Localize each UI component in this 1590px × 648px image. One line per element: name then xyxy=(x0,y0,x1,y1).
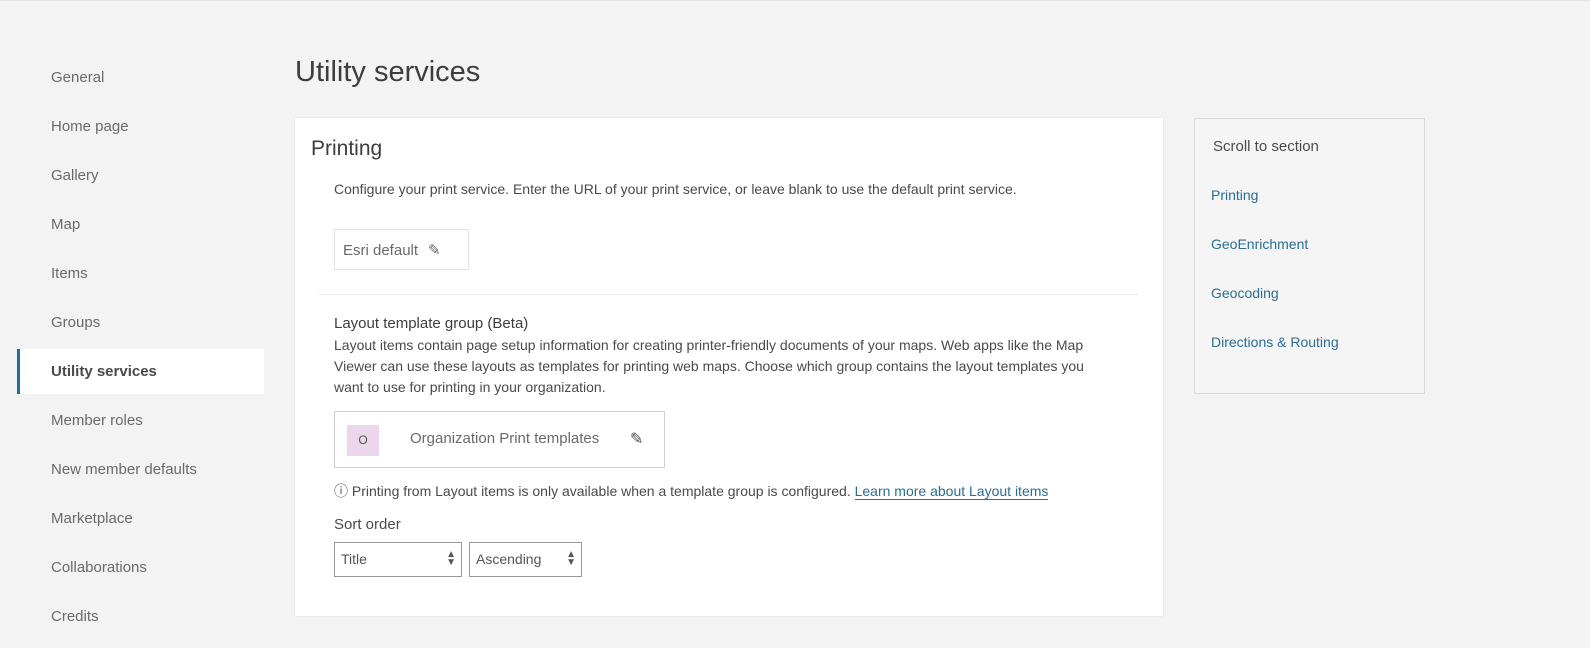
info-message: ⓘ Printing from Layout items is only ava… xyxy=(334,481,1049,501)
info-icon: ⓘ xyxy=(334,483,348,499)
sort-order-label: Sort order xyxy=(334,516,401,533)
page-title: Utility services xyxy=(295,56,481,88)
pencil-icon[interactable]: ✎ xyxy=(630,429,643,449)
printing-title: Printing xyxy=(311,137,383,160)
printing-description: Configure your print service. Enter the … xyxy=(334,181,1017,197)
layout-template-description: Layout items contain page setup informat… xyxy=(334,337,1084,395)
sort-direction-select[interactable]: Ascending ▲ ▼ xyxy=(469,542,582,577)
sort-field-value: Title xyxy=(341,551,367,567)
group-name: Organization Print templates xyxy=(410,430,600,447)
updown-icon: ▲ ▼ xyxy=(446,549,456,568)
learn-more-link[interactable]: Learn more about Layout items xyxy=(854,483,1049,500)
sidebar-item-home-page[interactable]: Home page xyxy=(17,102,264,151)
template-group-card[interactable]: O Organization Print templates ✎ xyxy=(334,411,665,468)
toc-link-geocoding[interactable]: Geocoding xyxy=(1211,285,1279,301)
sidebar-item-credits[interactable]: Credits xyxy=(17,592,264,641)
sidebar-item-collaborations[interactable]: Collaborations xyxy=(17,543,264,592)
sort-field-select[interactable]: Title ▲ ▼ xyxy=(334,542,462,577)
sidebar-item-gallery[interactable]: Gallery xyxy=(17,151,264,200)
updown-icon: ▲ ▼ xyxy=(566,549,576,568)
toc-link-directions-routing[interactable]: Directions & Routing xyxy=(1211,334,1339,350)
print-service-value: Esri default xyxy=(343,242,419,259)
sidebar-item-utility-services[interactable]: Utility services xyxy=(17,349,264,394)
toc-title: Scroll to section xyxy=(1213,138,1319,155)
layout-template-title: Layout template group (Beta) xyxy=(334,315,529,332)
sidebar-item-items[interactable]: Items xyxy=(17,249,264,298)
sidebar-item-marketplace[interactable]: Marketplace xyxy=(17,494,264,543)
group-thumbnail: O xyxy=(347,425,379,456)
scroll-to-section: Scroll to section Printing GeoEnrichment… xyxy=(1194,118,1425,394)
divider xyxy=(319,294,1139,295)
sidebar-item-map[interactable]: Map xyxy=(17,200,264,249)
sort-direction-value: Ascending xyxy=(476,551,542,567)
toc-link-printing[interactable]: Printing xyxy=(1211,187,1258,203)
print-service-field[interactable]: Esri default ✎ xyxy=(334,229,469,270)
printing-section: Printing Configure your print service. E… xyxy=(295,118,1163,616)
toc-link-geoenrichment[interactable]: GeoEnrichment xyxy=(1211,236,1308,252)
sidebar-item-general[interactable]: General xyxy=(17,53,264,102)
sidebar: General Home page Gallery Map Items Grou… xyxy=(17,53,264,641)
pencil-icon[interactable]: ✎ xyxy=(428,241,441,259)
sidebar-item-member-roles[interactable]: Member roles xyxy=(17,396,264,445)
info-text: Printing from Layout items is only avail… xyxy=(351,483,851,499)
sidebar-item-new-member-defaults[interactable]: New member defaults xyxy=(17,445,264,494)
sidebar-item-groups[interactable]: Groups xyxy=(17,298,264,347)
